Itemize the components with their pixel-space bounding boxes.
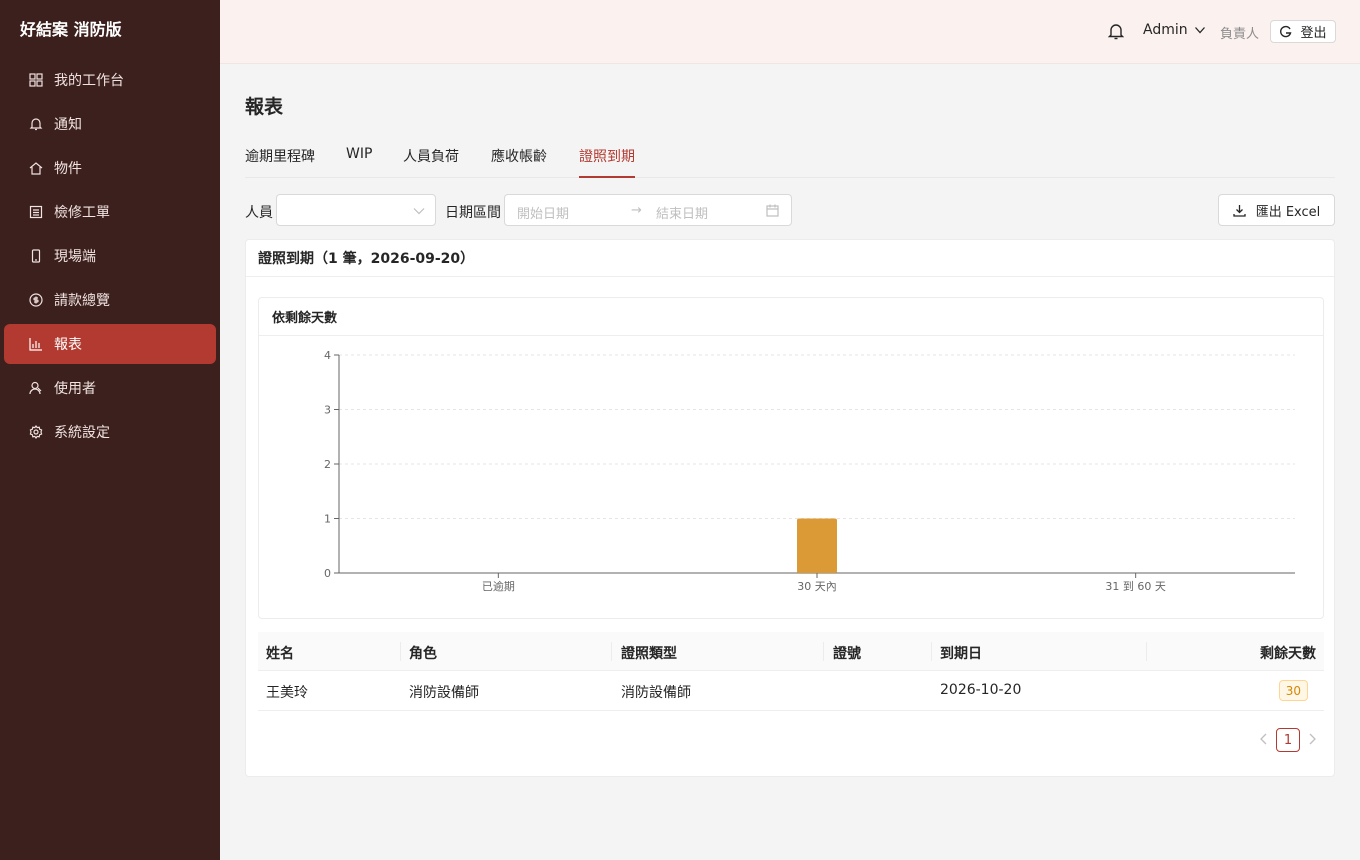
gear-icon <box>28 424 44 440</box>
notification-bell-icon[interactable] <box>1107 22 1125 40</box>
sidebar-item-users[interactable]: 使用者 <box>4 368 216 408</box>
x-tick-label: 31 到 60 天 <box>1105 580 1165 593</box>
x-tick-label: 已逾期 <box>482 579 515 593</box>
list-icon <box>28 204 44 220</box>
page-title: 報表 <box>245 96 284 118</box>
card-title: 證照到期（1 筆，2026-09-20） <box>246 240 1334 277</box>
column-header: 剩餘天數 <box>1260 646 1316 662</box>
tab-staff-load[interactable]: 人員負荷 <box>403 146 459 178</box>
sidebar-item-billing[interactable]: 請款總覽 <box>4 280 216 320</box>
sidebar-item-label: 使用者 <box>54 381 96 397</box>
y-tick-label: 0 <box>324 567 331 580</box>
column-header: 姓名 <box>266 646 294 662</box>
next-page-icon[interactable] <box>1307 732 1317 750</box>
column-header: 證照類型 <box>621 646 677 662</box>
chevron-down-icon <box>413 208 425 215</box>
sidebar-item-label: 系統設定 <box>54 425 110 441</box>
sidebar-item-reports[interactable]: 報表 <box>4 324 216 364</box>
y-tick-label: 1 <box>324 513 331 526</box>
download-icon <box>1233 204 1246 217</box>
sidebar-item-workbench[interactable]: 我的工作台 <box>4 60 216 100</box>
chart-panel: 依剩餘天數 0 1 2 3 4 已逾期 30 天內 31 到 60 天 <box>258 297 1324 619</box>
range-arrow-icon: → <box>631 203 642 218</box>
sidebar-menu: 我的工作台 通知 物件 檢修工單 現場端 請款總覽 報表 使用者 系統設定 <box>0 60 220 452</box>
person-select[interactable] <box>276 194 436 226</box>
days-left-badge: 30 <box>1278 680 1308 701</box>
tab-receivable-aging[interactable]: 應收帳齡 <box>491 146 547 178</box>
column-divider <box>1146 642 1147 661</box>
export-label: 匯出 Excel <box>1255 204 1321 220</box>
sidebar-item-label: 報表 <box>54 337 82 353</box>
sidebar-item-label: 物件 <box>54 161 82 177</box>
x-tick-label: 30 天內 <box>797 580 837 593</box>
column-header: 到期日 <box>940 646 982 662</box>
sidebar-item-work-orders[interactable]: 檢修工單 <box>4 192 216 232</box>
sidebar-item-label: 通知 <box>54 117 82 133</box>
bar-chart-icon <box>28 336 44 352</box>
mobile-icon <box>28 248 44 264</box>
tab-overdue-milestones[interactable]: 逾期里程碑 <box>245 146 315 178</box>
bell-icon <box>28 116 44 132</box>
logout-label: 登出 <box>1300 26 1327 41</box>
logout-icon <box>1280 25 1292 38</box>
table-row[interactable]: 王美玲 消防設備師 消防設備師 2026-10-20 30 <box>258 671 1324 711</box>
sidebar-item-label: 我的工作台 <box>54 73 124 89</box>
table-header: 姓名 角色 證照類型 證號 到期日 剩餘天數 <box>258 632 1324 671</box>
export-excel-button[interactable]: 匯出 Excel <box>1218 194 1335 226</box>
home-icon <box>28 160 44 176</box>
prev-page-icon[interactable] <box>1259 732 1269 750</box>
pagination: 1 <box>246 728 1336 752</box>
sidebar-item-label: 檢修工單 <box>54 205 110 221</box>
tab-wip[interactable]: WIP <box>346 146 372 178</box>
column-header: 證號 <box>833 646 861 662</box>
column-divider <box>823 642 824 661</box>
user-menu[interactable]: Admin <box>1143 22 1206 38</box>
sidebar: 好結案 消防版 我的工作台 通知 物件 檢修工單 現場端 請款總覽 報表 使用者… <box>0 0 220 860</box>
report-tabs: 逾期里程碑 WIP 人員負荷 應收帳齡 證照到期 <box>245 144 1335 178</box>
grid-icon <box>28 72 44 88</box>
column-divider <box>400 642 401 661</box>
sidebar-item-field[interactable]: 現場端 <box>4 236 216 276</box>
license-table: 姓名 角色 證照類型 證號 到期日 剩餘天數 王美玲 消防設備師 消防設備師 2… <box>258 632 1324 711</box>
chart-title: 依剩餘天數 <box>259 298 1323 336</box>
sidebar-item-label: 請款總覽 <box>54 293 110 309</box>
cell-role: 消防設備師 <box>409 685 479 701</box>
user-role: 負責人 <box>1220 27 1260 42</box>
column-header: 角色 <box>409 646 437 662</box>
chevron-down-icon <box>1194 27 1205 34</box>
person-filter-label: 人員 <box>245 205 273 221</box>
logout-button[interactable]: 登出 <box>1270 20 1336 43</box>
date-range-label: 日期區間 <box>445 205 501 221</box>
start-date-input[interactable]: 開始日期 <box>517 203 569 222</box>
bar-chart: 0 1 2 3 4 已逾期 30 天內 31 到 60 天 <box>324 349 1295 593</box>
cell-cert-type: 消防設備師 <box>621 685 691 701</box>
date-range-picker[interactable]: 開始日期 → 結束日期 <box>504 194 792 226</box>
y-tick-label: 2 <box>324 458 331 471</box>
sidebar-item-properties[interactable]: 物件 <box>4 148 216 188</box>
end-date-input[interactable]: 結束日期 <box>656 203 708 222</box>
sidebar-item-notifications[interactable]: 通知 <box>4 104 216 144</box>
tab-license-expiry[interactable]: 證照到期 <box>579 146 635 178</box>
sidebar-item-settings[interactable]: 系統設定 <box>4 412 216 452</box>
user-name: Admin <box>1143 22 1188 38</box>
calendar-icon <box>766 204 779 221</box>
filter-bar: 人員 日期區間 開始日期 → 結束日期 匯出 Excel <box>245 194 1335 226</box>
cell-name: 王美玲 <box>266 685 308 701</box>
sidebar-item-label: 現場端 <box>54 249 96 265</box>
column-divider <box>611 642 612 661</box>
column-divider <box>931 642 932 661</box>
top-header: Admin 負責人 登出 <box>220 0 1360 64</box>
page-number-button[interactable]: 1 <box>1276 728 1300 752</box>
cell-expiry: 2026-10-20 <box>940 682 1022 698</box>
y-tick-label: 4 <box>324 349 331 362</box>
y-tick-label: 3 <box>324 404 331 417</box>
bar <box>797 518 837 573</box>
brand-title: 好結案 消防版 <box>20 20 122 39</box>
user-icon <box>28 380 44 396</box>
license-expiry-card: 證照到期（1 筆，2026-09-20） 依剩餘天數 0 1 2 3 4 已逾期 30 天內… <box>245 239 1335 777</box>
dollar-icon <box>28 292 44 308</box>
